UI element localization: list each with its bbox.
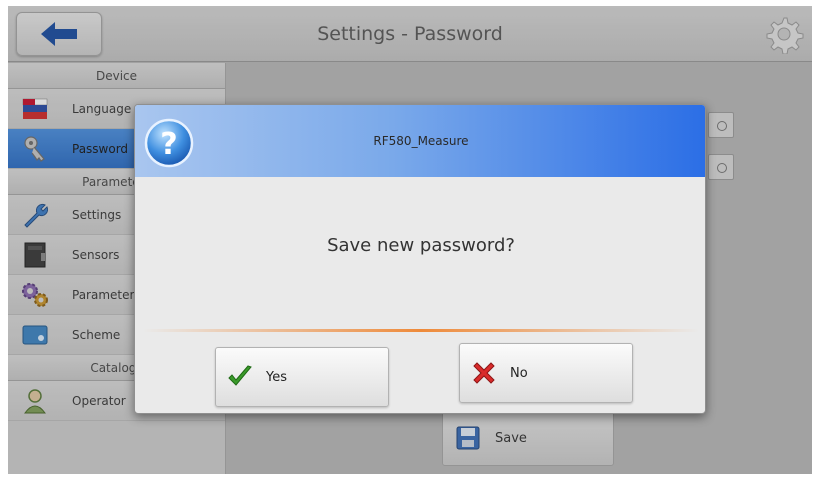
dialog-title: RF580_Measure [373,134,469,148]
no-button-label: No [510,365,528,381]
close-icon [473,362,495,384]
checkmark-icon [228,365,252,386]
dialog-separator [143,329,699,332]
dialog-message: Save new password? [327,235,515,256]
dialog-title-bar: ? RF580_Measure [135,105,705,177]
no-button[interactable]: No [459,343,633,403]
yes-button[interactable]: Yes [215,347,389,407]
confirm-dialog: ? RF580_Measure Save new password? Yes N… [134,104,706,414]
yes-button-label: Yes [266,369,287,385]
app-screen: Settings - Password Device Language Pass… [8,6,812,474]
